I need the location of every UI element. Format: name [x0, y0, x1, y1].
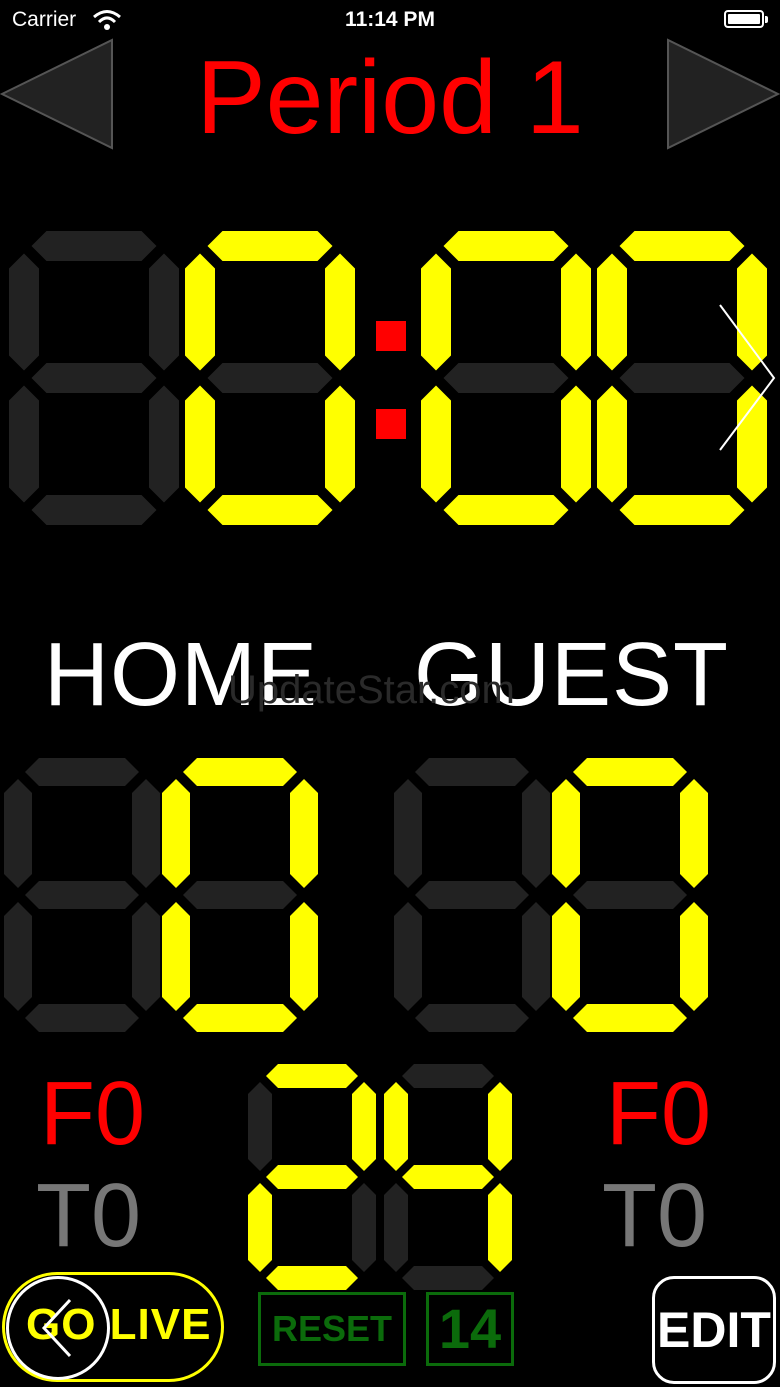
edit-button[interactable]: EDIT: [652, 1276, 776, 1384]
reset-shot-clock-button[interactable]: RESET: [258, 1292, 406, 1366]
shot-clock-preset-button[interactable]: 14: [426, 1292, 514, 1366]
back-arrow-icon: [41, 1298, 72, 1358]
